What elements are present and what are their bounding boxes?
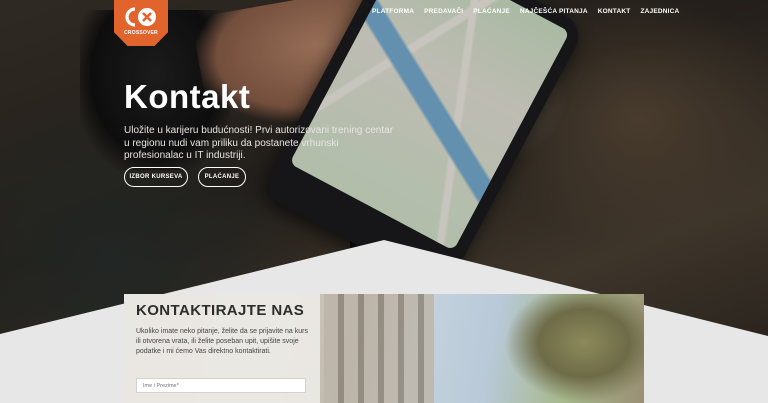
hero-lead-text: Uložite u karijeru budućnosti! Prvi auto…	[124, 125, 394, 161]
brand-logo[interactable]: CROSSOVER	[114, 0, 168, 46]
nav-item-pitanja[interactable]: NAJČEŠĆA PITANJA	[520, 8, 588, 15]
contact-description: Ukoliko imate neko pitanje, želite da se…	[136, 328, 308, 355]
tree-image	[504, 294, 644, 403]
contact-card: KONTAKTIRAJTE NAS Ukoliko imate neko pit…	[124, 294, 644, 403]
contact-form-panel: KONTAKTIRAJTE NAS Ukoliko imate neko pit…	[124, 294, 320, 403]
logo-mark-icon	[122, 4, 160, 30]
name-input[interactable]	[136, 378, 306, 393]
logo-wordmark: CROSSOVER	[124, 30, 158, 36]
nav-item-placanje[interactable]: PLAĆANJE	[473, 8, 510, 15]
page-title: Kontakt	[124, 78, 251, 115]
nav-item-zajednica[interactable]: ZAJEDNICA	[640, 8, 679, 15]
nav-item-platforma[interactable]: PLATFORMA	[372, 8, 414, 15]
nav-item-kontakt[interactable]: KONTAKT	[598, 8, 631, 15]
courses-button[interactable]: IZBOR KURSEVA	[124, 167, 188, 187]
main-nav: PLATFORMA PREDAVAČI PLAĆANJE NAJČEŠĆA PI…	[372, 8, 689, 15]
payment-button[interactable]: PLAĆANJE	[198, 167, 246, 187]
contact-title: KONTAKTIRAJTE NAS	[136, 302, 305, 319]
nav-item-predavaci[interactable]: PREDAVAČI	[424, 8, 463, 15]
building-image	[324, 294, 434, 403]
